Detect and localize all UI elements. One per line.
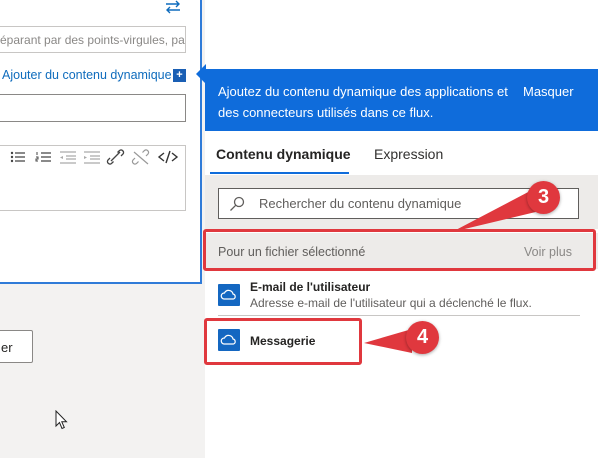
to-emails-placeholder: éparant par des points-virgules, pa — [0, 33, 185, 47]
swap-icon[interactable] — [164, 0, 182, 14]
subject-input[interactable] — [0, 94, 186, 122]
flyout-header: Ajoutez du contenu dynamique des applica… — [205, 69, 598, 131]
active-tab-indicator — [210, 172, 349, 174]
flyout-header-text: Ajoutez du contenu dynamique des applica… — [218, 84, 508, 120]
callout-highlight-section — [203, 229, 596, 271]
partial-button-label: er — [1, 340, 13, 355]
add-dynamic-content-plus-icon[interactable]: + — [173, 69, 186, 82]
code-view-icon[interactable] — [157, 150, 179, 164]
to-emails-input[interactable]: éparant par des points-virgules, pa — [0, 26, 186, 53]
outdent-icon[interactable] — [60, 151, 76, 164]
callout-highlight-item — [204, 318, 362, 365]
numbered-list-icon[interactable] — [35, 152, 51, 162]
callout-badge-3: 3 — [527, 181, 560, 214]
list-item-title[interactable]: E-mail de l'utilisateur — [250, 280, 370, 294]
email-body-editor[interactable] — [0, 168, 186, 211]
bullet-list-icon[interactable] — [10, 151, 25, 163]
add-dynamic-content-link[interactable]: Ajouter du contenu dynamique — [2, 68, 172, 82]
list-divider — [218, 315, 580, 316]
search-icon — [230, 196, 245, 211]
list-item-description: Adresse e-mail de l'utilisateur qui a dé… — [250, 296, 532, 310]
cloud-icon — [218, 284, 240, 306]
search-input[interactable]: Rechercher du contenu dynamique — [218, 188, 579, 219]
tab-dynamic-content[interactable]: Contenu dynamique — [216, 146, 351, 162]
search-placeholder: Rechercher du contenu dynamique — [259, 196, 462, 211]
tab-expression[interactable]: Expression — [374, 146, 443, 162]
mouse-cursor-icon — [55, 410, 68, 430]
rich-text-toolbar — [0, 145, 186, 169]
partial-button[interactable]: er — [0, 330, 33, 363]
callout-badge-4: 4 — [406, 321, 439, 354]
unlink-icon[interactable] — [131, 149, 150, 165]
indent-icon[interactable] — [84, 151, 100, 164]
link-icon[interactable] — [106, 149, 125, 165]
hide-flyout-link[interactable]: Masquer — [523, 81, 574, 102]
